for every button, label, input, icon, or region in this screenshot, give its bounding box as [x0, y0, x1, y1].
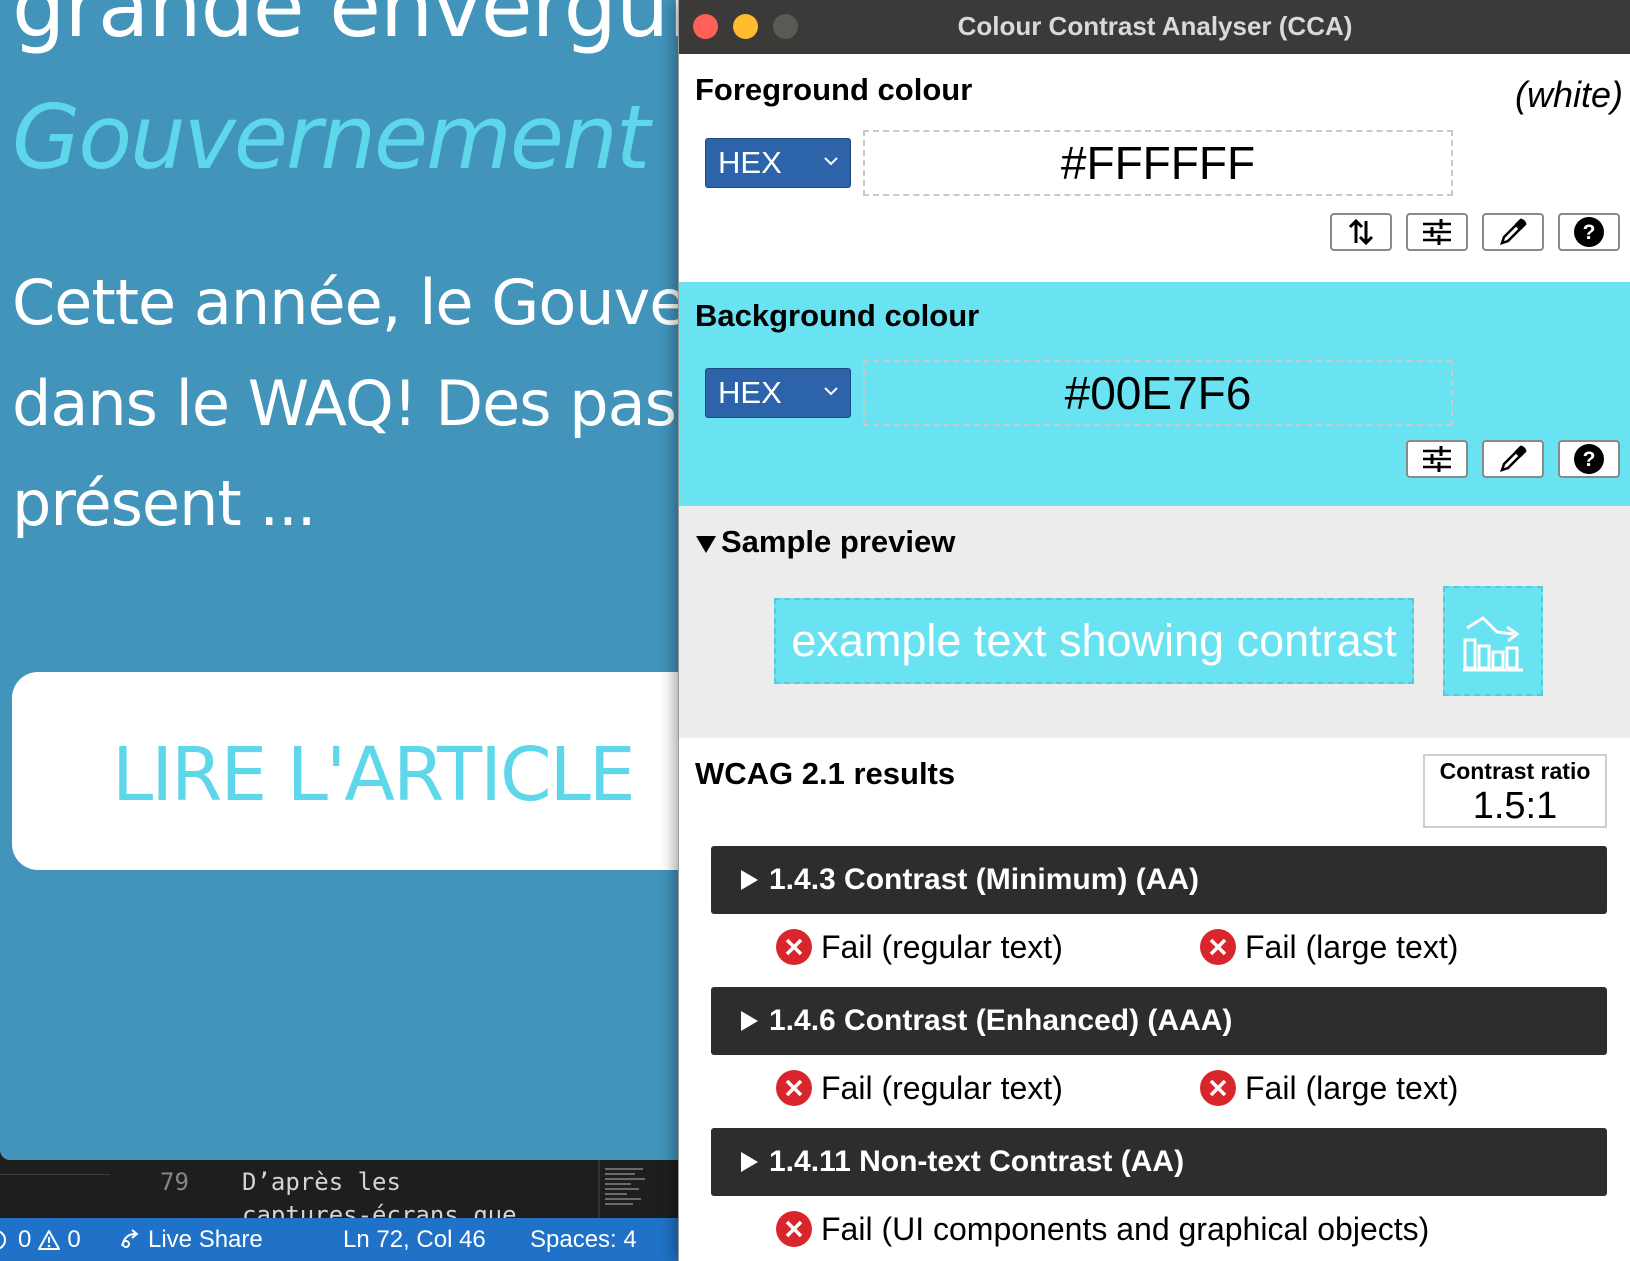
help-icon: ?	[1574, 444, 1604, 474]
foreground-colour-name: (white)	[1514, 74, 1623, 115]
wcag-results-section: WCAG 2.1 results Contrast ratio 1.5:1 1.…	[679, 738, 1630, 1261]
background-hex-input[interactable]: #00E7F6	[863, 360, 1453, 426]
foreground-label: Foreground colour	[695, 72, 973, 107]
read-article-button[interactable]: LIRE L'ARTICLE	[12, 672, 700, 870]
triangle-right-icon	[741, 870, 758, 890]
criterion-result: Fail (regular text)	[775, 928, 1063, 966]
swap-arrows-icon	[1348, 218, 1374, 246]
criterion-1-4-3-header[interactable]: 1.4.3 Contrast (Minimum) (AA)	[711, 846, 1607, 914]
live-share-button[interactable]: Live Share	[118, 1226, 263, 1254]
svg-text:?: ?	[1583, 448, 1596, 471]
chart-preview	[1443, 586, 1543, 696]
code-editor[interactable]: 79 D’après les captures-écrans que	[0, 1160, 700, 1218]
paragraph-line: présent ...	[12, 467, 317, 540]
result-label: Fail (regular text)	[821, 928, 1063, 965]
result-label: Fail (large text)	[1245, 1069, 1459, 1106]
sample-preview-section: Sample preview example text showing cont…	[679, 506, 1630, 738]
background-label: Background colour	[695, 298, 980, 333]
foreground-help-button[interactable]: ?	[1558, 213, 1620, 251]
code-line[interactable]: captures-écrans que	[242, 1201, 517, 1218]
paragraph-line: dans le WAQ! Des passionnés	[12, 367, 700, 440]
background-format-value: HEX	[718, 375, 782, 410]
page-heading: grande envergure	[12, 0, 700, 56]
read-article-label: LIRE L'ARTICLE	[112, 732, 636, 818]
foreground-format-select[interactable]: HEX	[705, 138, 851, 188]
fail-icon	[776, 929, 812, 965]
warning-icon	[38, 1230, 61, 1250]
paragraph-line: Cette année, le Gouvernement	[12, 266, 700, 339]
criterion-result: Fail (large text)	[1199, 1069, 1458, 1107]
criterion-title: 1.4.11 Non-text Contrast (AA)	[769, 1145, 1185, 1178]
window-titlebar[interactable]: Colour Contrast Analyser (CCA)	[679, 0, 1630, 54]
foreground-eyedropper-button[interactable]	[1482, 213, 1544, 251]
sliders-icon	[1423, 219, 1451, 245]
contrast-ratio-box: Contrast ratio 1.5:1	[1423, 754, 1607, 828]
live-share-label: Live Share	[148, 1226, 263, 1253]
background-help-button[interactable]: ?	[1558, 440, 1620, 478]
fail-icon	[1200, 929, 1236, 965]
result-label: Fail (UI components and graphical object…	[821, 1210, 1430, 1247]
contrast-ratio-value: 1.5:1	[1472, 785, 1558, 827]
criterion-title: 1.4.3 Contrast (Minimum) (AA)	[769, 863, 1200, 896]
code-line[interactable]: D’après les	[242, 1168, 401, 1196]
window-title: Colour Contrast Analyser (CCA)	[957, 11, 1353, 41]
indentation-setting[interactable]: Spaces: 4	[530, 1226, 637, 1254]
triangle-right-icon	[741, 1152, 758, 1172]
line-number: 79	[160, 1168, 189, 1196]
criterion-result: Fail (UI components and graphical object…	[775, 1210, 1429, 1248]
criterion-title: 1.4.6 Contrast (Enhanced) (AAA)	[769, 1004, 1233, 1037]
svg-text:?: ?	[1583, 221, 1596, 244]
error-count: 0	[18, 1226, 32, 1253]
background-format-select[interactable]: HEX	[705, 368, 851, 418]
criterion-result: Fail (regular text)	[775, 1069, 1063, 1107]
help-icon: ?	[1574, 217, 1604, 247]
criterion-result: Fail (large text)	[1199, 928, 1458, 966]
webpage-background: grande envergure Gouvernement du Québec …	[0, 0, 700, 1160]
sliders-icon	[1423, 446, 1451, 472]
triangle-right-icon	[741, 1011, 758, 1031]
result-label: Fail (large text)	[1245, 928, 1459, 965]
eyedropper-icon	[1500, 218, 1527, 245]
background-section: Background colour HEX #00E7F6 ?	[679, 282, 1630, 506]
triangle-down-icon	[696, 535, 716, 553]
foreground-hex-input[interactable]: #FFFFFF	[863, 130, 1453, 196]
editor-scrollbar[interactable]	[598, 1160, 600, 1218]
background-eyedropper-button[interactable]	[1482, 440, 1544, 478]
result-label: Fail (regular text)	[821, 1069, 1063, 1106]
foreground-toolbar: ?	[1330, 213, 1620, 251]
foreground-section: Foreground colour (white) HEX #FFFFFF ?	[679, 54, 1630, 282]
wcag-results-label: WCAG 2.1 results	[695, 756, 956, 791]
sample-preview-label: Sample preview	[721, 524, 956, 559]
cca-window: Colour Contrast Analyser (CCA) Foregroun…	[678, 0, 1630, 1261]
background-sliders-button[interactable]	[1406, 440, 1468, 478]
background-toolbar: ?	[1406, 440, 1620, 478]
swap-colours-button[interactable]	[1330, 213, 1392, 251]
error-icon	[0, 1230, 6, 1250]
fail-icon	[776, 1211, 812, 1247]
chevron-down-icon	[824, 387, 838, 396]
page-subheading: Gouvernement du Québec	[12, 86, 700, 189]
fail-icon	[1200, 1070, 1236, 1106]
sample-preview-toggle[interactable]: Sample preview	[695, 524, 955, 560]
criterion-1-4-6-header[interactable]: 1.4.6 Contrast (Enhanced) (AAA)	[711, 987, 1607, 1055]
fail-icon	[776, 1070, 812, 1106]
sample-text-preview: example text showing contrast	[774, 598, 1414, 684]
minimap[interactable]	[605, 1168, 649, 1214]
warning-count: 0	[67, 1226, 81, 1253]
live-share-icon	[121, 1229, 139, 1248]
chevron-down-icon	[824, 157, 838, 166]
problems-indicator[interactable]: 0 0	[0, 1226, 81, 1254]
contrast-ratio-label: Contrast ratio	[1439, 758, 1591, 784]
criterion-1-4-11-header[interactable]: 1.4.11 Non-text Contrast (AA)	[711, 1128, 1607, 1196]
status-bar: 0 0 Live Share Ln 72, Col 46 Spaces: 4	[0, 1218, 700, 1261]
foreground-format-value: HEX	[718, 145, 782, 180]
chart-icon	[1463, 616, 1523, 672]
editor-divider	[0, 1174, 110, 1175]
cursor-position[interactable]: Ln 72, Col 46	[343, 1226, 486, 1254]
eyedropper-icon	[1500, 445, 1527, 472]
foreground-sliders-button[interactable]	[1406, 213, 1468, 251]
